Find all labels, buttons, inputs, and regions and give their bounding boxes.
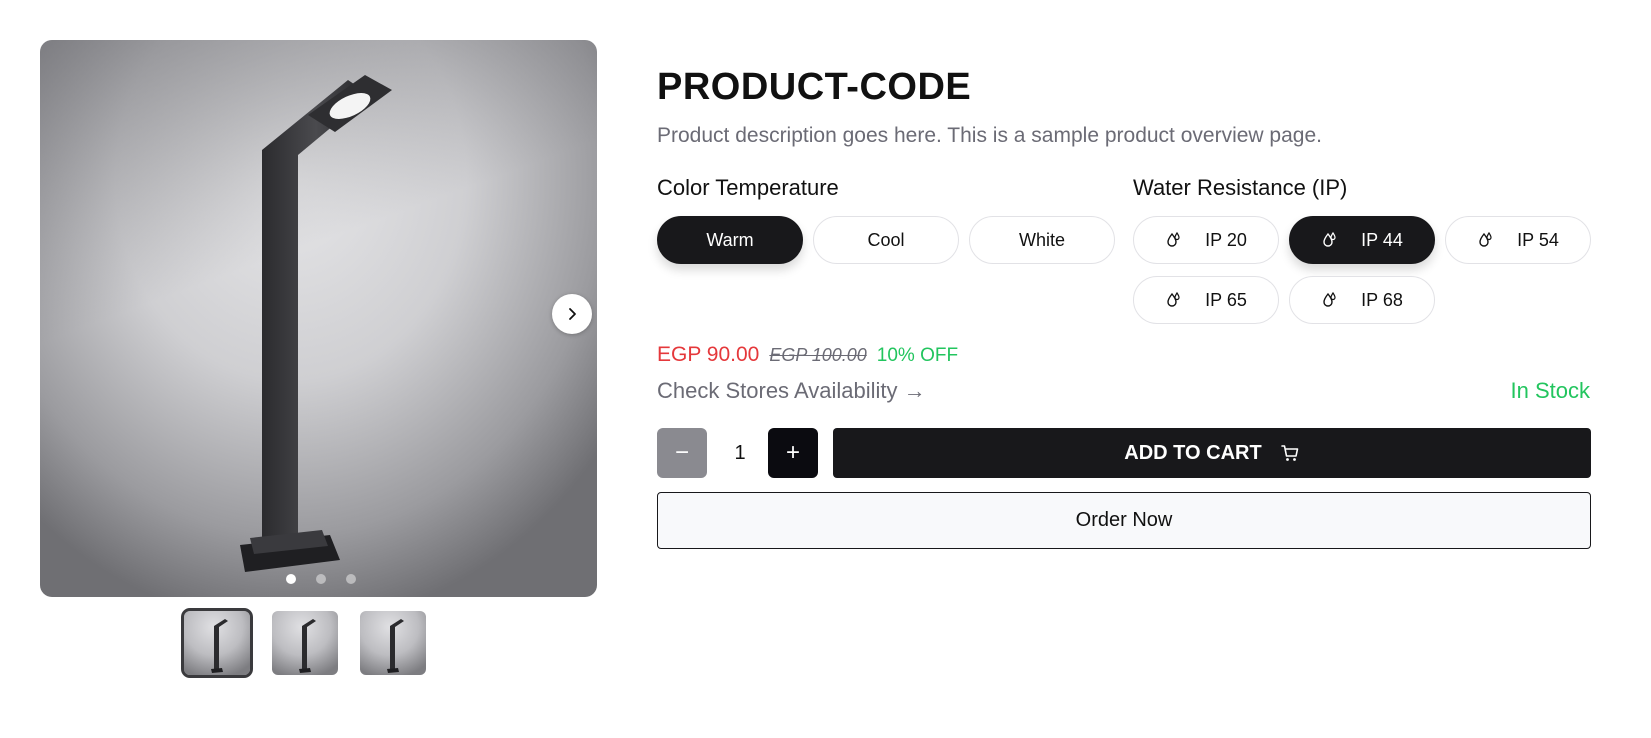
check-stores-link[interactable]: Check Stores Availability → — [657, 378, 926, 404]
add-to-cart-button[interactable]: ADD TO CART — [833, 428, 1591, 478]
discount-badge: 10% OFF — [876, 345, 959, 366]
ip-option-ip44[interactable]: IP 44 — [1289, 216, 1435, 264]
thumbnail-3[interactable] — [360, 611, 426, 675]
thumbnail-strip — [181, 608, 426, 678]
product-description: Product description goes here. This is a… — [657, 124, 1322, 147]
carousel-dot[interactable] — [346, 574, 356, 584]
add-to-cart-label: ADD TO CART — [1124, 441, 1262, 464]
carousel-dot[interactable] — [316, 574, 326, 584]
order-now-button[interactable]: Order Now — [657, 492, 1591, 549]
color-option-white[interactable]: White — [969, 216, 1115, 264]
cart-icon — [1280, 445, 1299, 461]
water-drop-icon — [1165, 231, 1183, 249]
stock-status: In Stock — [1510, 378, 1590, 403]
ip-option-ip20[interactable]: IP 20 — [1133, 216, 1279, 264]
product-title: PRODUCT-CODE — [657, 66, 972, 108]
ip-option-label: IP 65 — [1205, 289, 1247, 310]
carousel-next-button[interactable] — [552, 294, 592, 334]
ip-option-ip68[interactable]: IP 68 — [1289, 276, 1435, 324]
ip-option-label: IP 44 — [1361, 229, 1403, 250]
water-drop-icon — [1321, 291, 1339, 309]
thumbnail-1[interactable] — [181, 608, 253, 678]
ip-option-label: IP 20 — [1205, 229, 1247, 250]
color-option-warm[interactable]: Warm — [657, 216, 803, 264]
original-price: EGP 100.00 — [769, 345, 867, 365]
carousel-dots — [286, 574, 356, 584]
product-image-carousel[interactable] — [40, 40, 597, 597]
price-row: EGP 90.00 EGP 100.00 10% OFF — [657, 343, 958, 367]
color-option-cool[interactable]: Cool — [813, 216, 959, 264]
chevron-right-icon — [569, 308, 576, 320]
carousel-dot[interactable] — [286, 574, 296, 584]
current-price: EGP 90.00 — [657, 343, 760, 366]
water-drop-icon — [1165, 291, 1183, 309]
ip-option-ip65[interactable]: IP 65 — [1133, 276, 1279, 324]
water-resistance-label: Water Resistance (IP) — [1133, 175, 1348, 200]
quantity-increase-button[interactable]: + — [768, 428, 818, 478]
product-image-bollard-lamp — [240, 75, 392, 572]
ip-option-label: IP 54 — [1517, 229, 1559, 250]
water-drop-icon — [1321, 231, 1339, 249]
quantity-value[interactable]: 1 — [722, 428, 758, 478]
water-drop-icon — [1477, 231, 1495, 249]
ip-option-label: IP 68 — [1361, 289, 1403, 310]
ip-option-ip54[interactable]: IP 54 — [1445, 216, 1591, 264]
quantity-decrease-button[interactable]: − — [657, 428, 707, 478]
color-temperature-label: Color Temperature — [657, 175, 839, 200]
thumbnail-2[interactable] — [272, 611, 338, 675]
